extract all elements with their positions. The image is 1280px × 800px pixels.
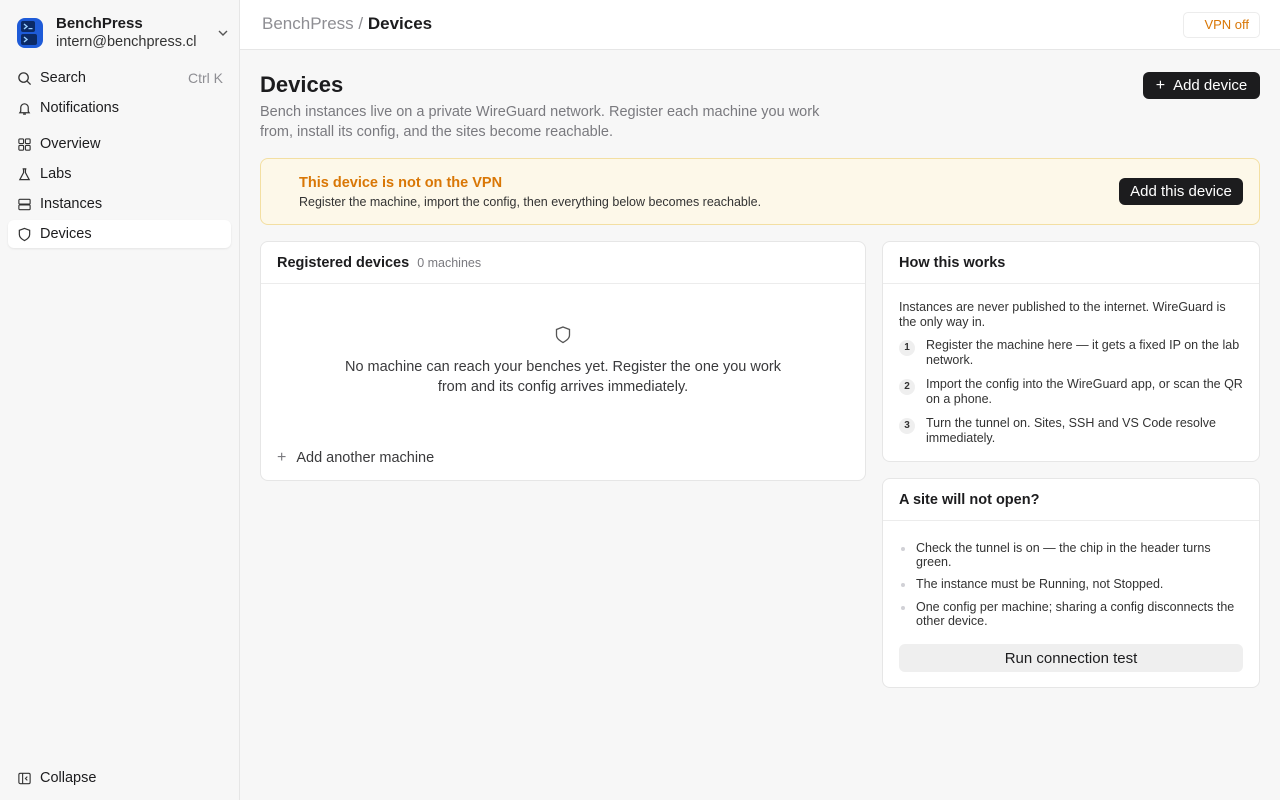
registered-devices-card: Registered devices 0 machines No machine…: [260, 241, 866, 481]
breadcrumb-root[interactable]: BenchPress: [262, 14, 354, 33]
step-number: 2: [899, 379, 915, 395]
sidebar: BenchPress intern@benchpress.cl Search C…: [0, 0, 240, 800]
empty-state-text: No machine can reach your benches yet. R…: [344, 359, 782, 395]
sidebar-item-label: Instances: [40, 196, 103, 212]
plus-icon: +: [1155, 76, 1166, 94]
step-text: Turn the tunnel on. Sites, SSH and VS Co…: [926, 416, 1216, 445]
sidebar-item-label: Overview: [40, 136, 101, 152]
collapse-label: Collapse: [40, 770, 97, 786]
breadcrumb-separator: /: [353, 14, 368, 33]
troubleshooting-card: A site will not open? Check the tunnel i…: [882, 478, 1260, 688]
step-number: 3: [899, 418, 915, 434]
sidebar-item-overview[interactable]: Overview: [8, 130, 231, 158]
how-this-works-card: How this works Instances are never publi…: [882, 241, 1260, 462]
shield-icon: [16, 226, 32, 242]
search-shortcut: Ctrl K: [188, 70, 223, 86]
add-device-button[interactable]: + Add device: [1143, 72, 1260, 99]
breadcrumb: BenchPress / Devices: [262, 14, 432, 34]
sidebar-item-label: Search: [40, 70, 86, 86]
account-name: BenchPress: [56, 15, 143, 32]
add-device-label: Add device: [1173, 77, 1248, 94]
step-text: Import the config into the WireGuard app…: [926, 377, 1243, 406]
page-title: Devices: [260, 72, 344, 97]
search-icon: [16, 70, 32, 86]
tip-item: One config per machine; sharing a config…: [899, 600, 1245, 628]
card-header: How this works: [883, 242, 1259, 284]
server-icon: [16, 196, 32, 212]
add-another-machine-button[interactable]: + Add another machine: [277, 449, 434, 467]
sidebar-item-labs[interactable]: Labs: [8, 160, 231, 188]
card-header: Registered devices 0 machines: [261, 242, 865, 284]
tip-text: Check the tunnel is on — the chip in the…: [916, 541, 1211, 569]
bullet-icon: [901, 547, 905, 551]
bullet-icon: [901, 606, 905, 610]
top-bar: BenchPress / Devices VPN off: [240, 0, 1280, 50]
sidebar-item-search[interactable]: Search Ctrl K: [8, 64, 231, 92]
bell-icon: [16, 100, 32, 116]
tip-text: The instance must be Running, not Stoppe…: [916, 577, 1164, 591]
account-switcher[interactable]: BenchPress intern@benchpress.cl: [16, 14, 230, 52]
step-number: 1: [899, 340, 915, 356]
tip-item: Check the tunnel is on — the chip in the…: [899, 541, 1245, 569]
step-text: Register the machine here — it gets a fi…: [926, 338, 1240, 367]
tip-text: One config per machine; sharing a config…: [916, 600, 1235, 628]
benchpress-logo-icon: [17, 18, 43, 48]
sidebar-item-label: Notifications: [40, 100, 119, 116]
sidebar-item-instances[interactable]: Instances: [8, 190, 231, 218]
sidebar-collapse-icon: [16, 770, 32, 786]
card-title: How this works: [899, 254, 1006, 271]
bullet-icon: [901, 583, 905, 587]
sidebar-item-label: Devices: [40, 226, 92, 242]
card-title: Registered devices: [277, 254, 410, 271]
breadcrumb-current: Devices: [367, 14, 433, 33]
vpn-warning-banner: This device is not on the VPN Register t…: [260, 158, 1260, 225]
step-item: 3 Turn the tunnel on. Sites, SSH and VS …: [899, 416, 1245, 445]
sidebar-item-notifications[interactable]: Notifications: [8, 94, 231, 122]
add-this-device-button[interactable]: Add this device: [1119, 178, 1243, 205]
flask-icon: [16, 166, 32, 182]
sidebar-item-label: Labs: [40, 166, 72, 182]
shield-icon: [555, 326, 571, 344]
run-connection-test-button[interactable]: Run connection test: [899, 644, 1243, 672]
step-item: 1 Register the machine here — it gets a …: [899, 338, 1245, 367]
page-subtitle: Bench instances live on a private WireGu…: [260, 104, 820, 140]
grid-icon: [16, 136, 32, 152]
card-title: A site will not open?: [899, 491, 1040, 508]
tip-item: The instance must be Running, not Stoppe…: [899, 577, 1245, 591]
sidebar-item-devices[interactable]: Devices: [8, 220, 231, 248]
device-count: 0 machines: [417, 255, 482, 270]
collapse-button[interactable]: Collapse: [8, 764, 231, 792]
how-intro: Instances are never published to the int…: [899, 300, 1226, 329]
step-item: 2 Import the config into the WireGuard a…: [899, 377, 1245, 406]
banner-text: Register the machine, import the config,…: [299, 195, 762, 209]
account-email: intern@benchpress.cl: [56, 34, 197, 50]
vpn-status-chip[interactable]: VPN off: [1183, 12, 1260, 38]
card-header: A site will not open?: [883, 479, 1259, 521]
banner-title: This device is not on the VPN: [299, 175, 503, 191]
chevron-down-icon: [218, 30, 228, 36]
add-another-label: Add another machine: [296, 450, 435, 466]
plus-icon: +: [277, 449, 287, 466]
